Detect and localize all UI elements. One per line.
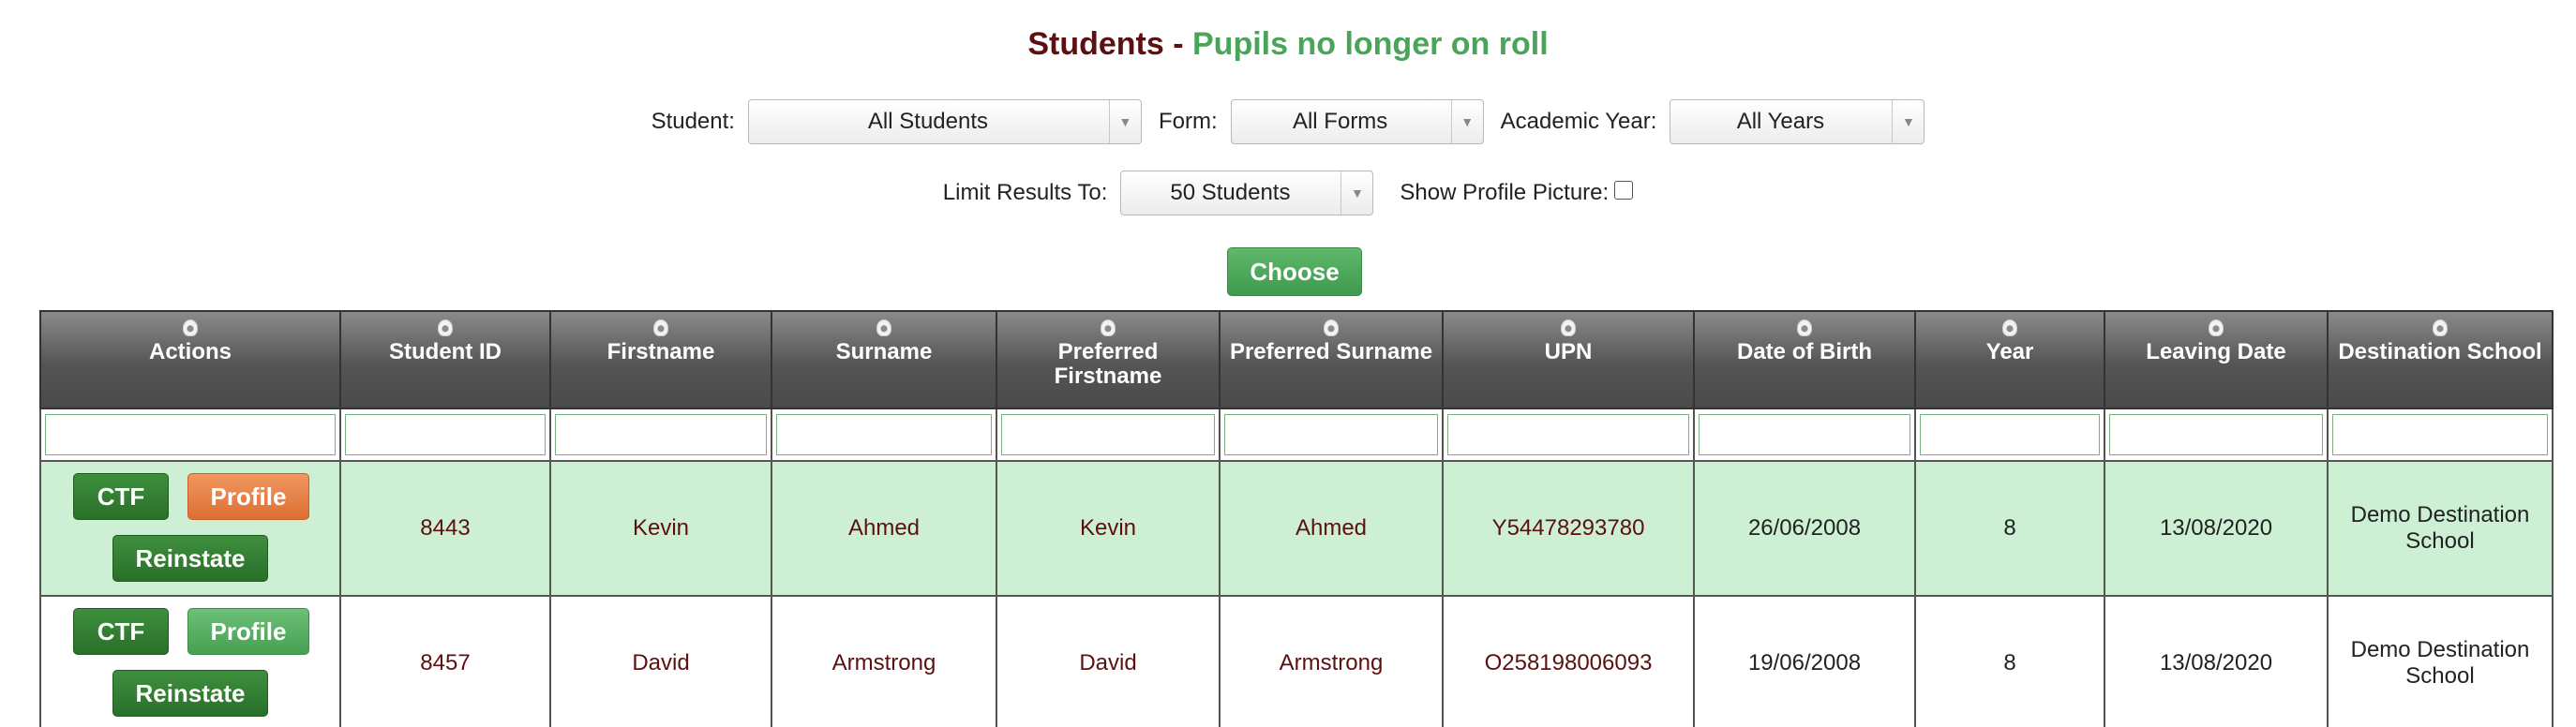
students-table: Actions Student ID Firstname Surname Pre… <box>39 310 2554 727</box>
pin-icon[interactable] <box>2002 319 2017 336</box>
preferred-firstname-cell: David <box>996 595 1221 727</box>
column-filter-input-preferred-surname[interactable] <box>1224 414 1438 455</box>
chevron-down-icon: ▼ <box>1450 100 1483 143</box>
year-cell: 8 <box>1914 460 2105 597</box>
pin-icon[interactable] <box>1324 319 1339 336</box>
column-header-preferred-firstname[interactable]: Preferred Firstname <box>996 310 1221 409</box>
column-filter-input-actions[interactable] <box>45 414 336 455</box>
table-row[interactable]: CTF Profile Reinstate 8443 Kevin Ahmed K… <box>39 460 2554 597</box>
column-filter-input-firstname[interactable] <box>555 414 767 455</box>
student-select[interactable]: All Students ▼ <box>747 99 1142 144</box>
column-header-surname[interactable]: Surname <box>771 310 997 409</box>
leaving-date-cell: 13/08/2020 <box>2104 460 2329 597</box>
column-filter-input-destination-school[interactable] <box>2332 414 2548 455</box>
ctf-button[interactable]: CTF <box>73 608 169 655</box>
destination-school-cell: Demo Destination School <box>2327 460 2554 597</box>
firstname-cell: David <box>549 595 772 727</box>
column-header-date-of-birth[interactable]: Date of Birth <box>1693 310 1916 409</box>
chevron-down-icon: ▼ <box>1892 100 1924 143</box>
upn-cell: Y54478293780 <box>1442 460 1695 597</box>
preferred-firstname-cell: Kevin <box>996 460 1221 597</box>
leaving-date-cell: 13/08/2020 <box>2104 595 2329 727</box>
column-header-actions[interactable]: Actions <box>39 310 341 409</box>
profile-button[interactable]: Profile <box>187 608 309 655</box>
profile-button[interactable]: Profile <box>187 473 309 520</box>
column-header-firstname[interactable]: Firstname <box>549 310 772 409</box>
limit-select-value: 50 Students <box>1170 180 1291 205</box>
limit-select[interactable]: 50 Students ▼ <box>1120 171 1374 215</box>
pin-icon[interactable] <box>1561 319 1576 336</box>
form-select[interactable]: All Forms ▼ <box>1230 99 1484 144</box>
column-header-preferred-surname[interactable]: Preferred Surname <box>1219 310 1444 409</box>
year-filter-label: Academic Year: <box>1500 109 1657 134</box>
page-title-prefix: Students - <box>1027 26 1192 62</box>
column-header-upn[interactable]: UPN <box>1442 310 1695 409</box>
pin-icon[interactable] <box>1797 319 1812 336</box>
preferred-surname-cell: Ahmed <box>1219 460 1444 597</box>
table-header-row: Actions Student ID Firstname Surname Pre… <box>39 310 2554 409</box>
actions-cell: CTF Profile Reinstate <box>39 460 341 597</box>
student-filter-label: Student: <box>651 109 735 134</box>
upn-cell: O258198006093 <box>1442 595 1695 727</box>
year-select[interactable]: All Years ▼ <box>1670 99 1925 144</box>
column-filter-input-year[interactable] <box>1920 414 2100 455</box>
pin-icon[interactable] <box>2209 319 2224 336</box>
filter-row-2: Limit Results To: 50 Students ▼ Show Pro… <box>0 171 2576 215</box>
page-title: Students - Pupils no longer on roll <box>0 26 2576 63</box>
ctf-button[interactable]: CTF <box>73 473 169 520</box>
preferred-surname-cell: Armstrong <box>1219 595 1444 727</box>
year-cell: 8 <box>1914 595 2105 727</box>
reinstate-button[interactable]: Reinstate <box>112 670 268 717</box>
pin-icon[interactable] <box>876 319 891 336</box>
destination-school-cell: Demo Destination School <box>2327 595 2554 727</box>
table-row[interactable]: CTF Profile Reinstate 8457 David Armstro… <box>39 595 2554 727</box>
column-header-leaving-date[interactable]: Leaving Date <box>2104 310 2329 409</box>
column-header-student-id[interactable]: Student ID <box>339 310 551 409</box>
surname-cell: Armstrong <box>771 595 997 727</box>
pin-icon[interactable] <box>1101 319 1116 336</box>
column-filter-input-leaving-date[interactable] <box>2109 414 2323 455</box>
form-filter-label: Form: <box>1158 109 1218 134</box>
column-filter-input-date-of-birth[interactable] <box>1699 414 1910 455</box>
chevron-down-icon: ▼ <box>1108 100 1141 143</box>
choose-button[interactable]: Choose <box>1227 247 1362 296</box>
year-select-value: All Years <box>1736 109 1825 134</box>
pin-icon[interactable] <box>653 319 668 336</box>
column-header-destination-school[interactable]: Destination School <box>2327 310 2554 409</box>
chevron-down-icon: ▼ <box>1340 171 1372 215</box>
page-title-subtitle: Pupils no longer on roll <box>1192 26 1549 62</box>
reinstate-button[interactable]: Reinstate <box>112 535 268 582</box>
table-filter-row <box>39 408 2554 462</box>
form-select-value: All Forms <box>1292 109 1388 134</box>
limit-filter-label: Limit Results To: <box>942 180 1108 205</box>
column-filter-input-student-id[interactable] <box>345 414 546 455</box>
profile-picture-checkbox[interactable] <box>1614 181 1634 200</box>
column-filter-input-preferred-firstname[interactable] <box>1001 414 1215 455</box>
pin-icon[interactable] <box>438 319 453 336</box>
actions-cell: CTF Profile Reinstate <box>39 595 341 727</box>
pin-icon[interactable] <box>183 319 198 336</box>
firstname-cell: Kevin <box>549 460 772 597</box>
column-filter-input-surname[interactable] <box>776 414 992 455</box>
column-header-year[interactable]: Year <box>1914 310 2105 409</box>
date-of-birth-cell: 26/06/2008 <box>1693 460 1916 597</box>
filter-row-1: Student: All Students ▼ Form: All Forms … <box>0 99 2576 144</box>
pin-icon[interactable] <box>2433 319 2448 336</box>
date-of-birth-cell: 19/06/2008 <box>1693 595 1916 727</box>
surname-cell: Ahmed <box>771 460 997 597</box>
student-id-cell: 8457 <box>339 595 551 727</box>
student-id-cell: 8443 <box>339 460 551 597</box>
column-filter-input-upn[interactable] <box>1447 414 1689 455</box>
profile-picture-label: Show Profile Picture: <box>1400 180 1610 205</box>
student-select-value: All Students <box>867 109 988 134</box>
